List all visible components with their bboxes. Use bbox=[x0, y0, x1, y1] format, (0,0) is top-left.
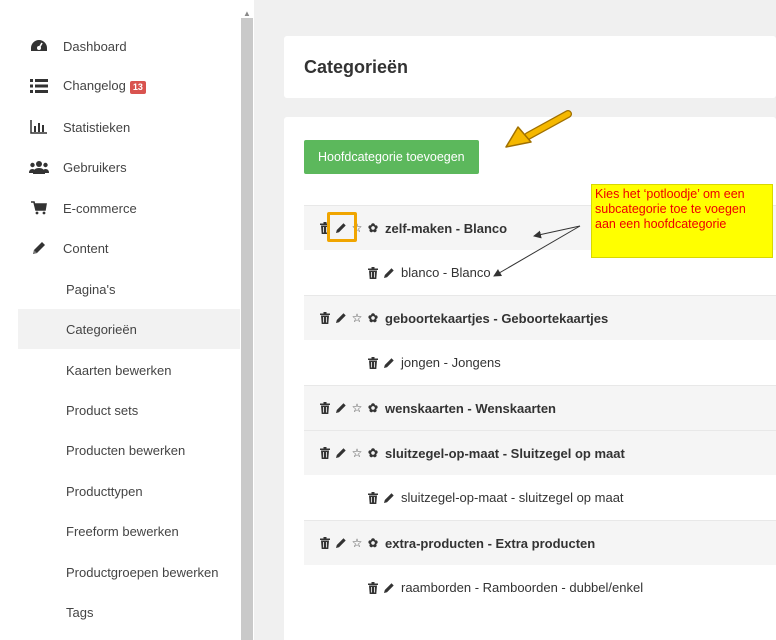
star-icon[interactable]: ☆ bbox=[350, 401, 364, 415]
category-row: ☆ ✿ geboortekaartjes - Geboortekaartjes bbox=[304, 295, 776, 340]
gear-icon[interactable]: ✿ bbox=[366, 536, 380, 550]
sidebar-subitem-producten-bewerken[interactable]: Producten bewerken bbox=[18, 430, 240, 470]
sidebar-item-dashboard[interactable]: Dashboard bbox=[18, 26, 240, 66]
annotation-callout: Kies het ‘potloodje’ om een subcategorie… bbox=[591, 184, 773, 258]
sidebar-subitem-productgroepen-bewerken[interactable]: Productgroepen bewerken bbox=[18, 552, 240, 592]
sidebar-item-label: Gebruikers bbox=[63, 159, 127, 175]
sidebar-subitem-kaarten-bewerken[interactable]: Kaarten bewerken bbox=[18, 350, 240, 390]
cart-icon bbox=[27, 198, 51, 218]
sidebar-item-ecommerce[interactable]: E-commerce bbox=[18, 188, 240, 228]
category-name: geboortekaartjes - Geboortekaartjes bbox=[385, 310, 609, 326]
category-name: raamborden - Ramboorden - dubbel/enkel bbox=[401, 580, 644, 595]
category-name: sluitzegel-op-maat - sluitzegel op maat bbox=[401, 490, 624, 505]
sidebar-subitem-tags[interactable]: Tags bbox=[18, 592, 240, 632]
sidebar-item-content[interactable]: Content bbox=[18, 228, 240, 268]
trash-icon[interactable] bbox=[318, 536, 332, 550]
sidebar-subitem-product-sets[interactable]: Product sets bbox=[18, 390, 240, 430]
star-icon[interactable]: ☆ bbox=[350, 311, 364, 325]
add-main-category-button[interactable]: Hoofdcategorie toevoegen bbox=[304, 140, 479, 174]
sidebar-item-label: Statistieken bbox=[63, 119, 131, 135]
pencil-highlight-box bbox=[327, 212, 357, 242]
subcategory-row: sluitzegel-op-maat - sluitzegel op maat bbox=[304, 475, 776, 520]
category-list: ☆ ✿ zelf-maken - Blanco blanco - Blanco … bbox=[304, 205, 776, 610]
sidebar-item-label: Dashboard bbox=[63, 38, 127, 54]
category-row: ☆ ✿ sluitzegel-op-maat - Sluitzegel op m… bbox=[304, 430, 776, 475]
trash-icon[interactable] bbox=[366, 581, 380, 595]
trash-icon[interactable] bbox=[366, 356, 380, 370]
gear-icon[interactable]: ✿ bbox=[366, 401, 380, 415]
pencil-icon[interactable] bbox=[334, 446, 348, 460]
users-icon bbox=[27, 157, 51, 177]
gear-icon[interactable]: ✿ bbox=[366, 311, 380, 325]
sidebar-item-label: Content bbox=[63, 240, 109, 256]
main-content: Categorieën Hoofdcategorie toevoegen ☆ ✿… bbox=[254, 0, 776, 640]
category-name: wenskaarten - Wenskaarten bbox=[385, 400, 556, 416]
bar-chart-icon bbox=[27, 117, 51, 137]
list-icon bbox=[27, 76, 51, 96]
trash-icon[interactable] bbox=[366, 491, 380, 505]
pencil-icon[interactable] bbox=[382, 356, 396, 370]
pencil-icon[interactable] bbox=[382, 266, 396, 280]
sidebar-item-gebruikers[interactable]: Gebruikers bbox=[18, 147, 240, 187]
pencil-icon[interactable] bbox=[382, 581, 396, 595]
sidebar-item-statistieken[interactable]: Statistieken bbox=[18, 107, 240, 147]
category-name: zelf-maken - Blanco bbox=[385, 220, 508, 236]
category-row: ☆ ✿ extra-producten - Extra producten bbox=[304, 520, 776, 565]
category-name: sluitzegel-op-maat - Sluitzegel op maat bbox=[385, 445, 625, 461]
star-icon[interactable]: ☆ bbox=[350, 536, 364, 550]
sidebar-subitem-paginas[interactable]: Pagina's bbox=[18, 269, 240, 309]
sidebar-subitem-categorieen[interactable]: Categorieën bbox=[18, 309, 240, 349]
scroll-up-arrow-icon[interactable]: ▲ bbox=[241, 8, 253, 18]
pencil-icon[interactable] bbox=[334, 536, 348, 550]
star-icon[interactable]: ☆ bbox=[350, 446, 364, 460]
header-panel: Categorieën bbox=[284, 36, 776, 98]
sidebar-item-label: E-commerce bbox=[63, 200, 137, 216]
subcategory-row: jongen - Jongens bbox=[304, 340, 776, 385]
sidebar: Dashboard Changelog 13 Statistieken Gebru… bbox=[0, 0, 240, 640]
category-row: ☆ ✿ wenskaarten - Wenskaarten bbox=[304, 385, 776, 430]
page-title: Categorieën bbox=[304, 57, 409, 77]
trash-icon[interactable] bbox=[318, 446, 332, 460]
trash-icon[interactable] bbox=[318, 401, 332, 415]
sidebar-item-changelog[interactable]: Changelog 13 bbox=[18, 66, 240, 106]
trash-icon[interactable] bbox=[318, 311, 332, 325]
sidebar-subitem-freeform-bewerken[interactable]: Freeform bewerken bbox=[18, 511, 240, 551]
changelog-count-badge: 13 bbox=[129, 80, 146, 94]
trash-icon[interactable] bbox=[366, 266, 380, 280]
category-name: extra-producten - Extra producten bbox=[385, 535, 596, 551]
pencil-icon bbox=[27, 238, 51, 258]
category-name: blanco - Blanco bbox=[401, 265, 491, 280]
subcategory-row: raamborden - Ramboorden - dubbel/enkel bbox=[304, 565, 776, 610]
sidebar-subitem-producttypen[interactable]: Producttypen bbox=[18, 471, 240, 511]
sidebar-item-label: Changelog 13 bbox=[63, 78, 146, 94]
dashboard-icon bbox=[27, 36, 51, 56]
gear-icon[interactable]: ✿ bbox=[366, 446, 380, 460]
category-name: jongen - Jongens bbox=[401, 355, 501, 370]
gear-icon[interactable]: ✿ bbox=[366, 221, 380, 235]
sidebar-scrollbar[interactable] bbox=[241, 18, 253, 640]
pencil-icon[interactable] bbox=[334, 311, 348, 325]
pencil-icon[interactable] bbox=[382, 491, 396, 505]
pencil-icon[interactable] bbox=[334, 401, 348, 415]
